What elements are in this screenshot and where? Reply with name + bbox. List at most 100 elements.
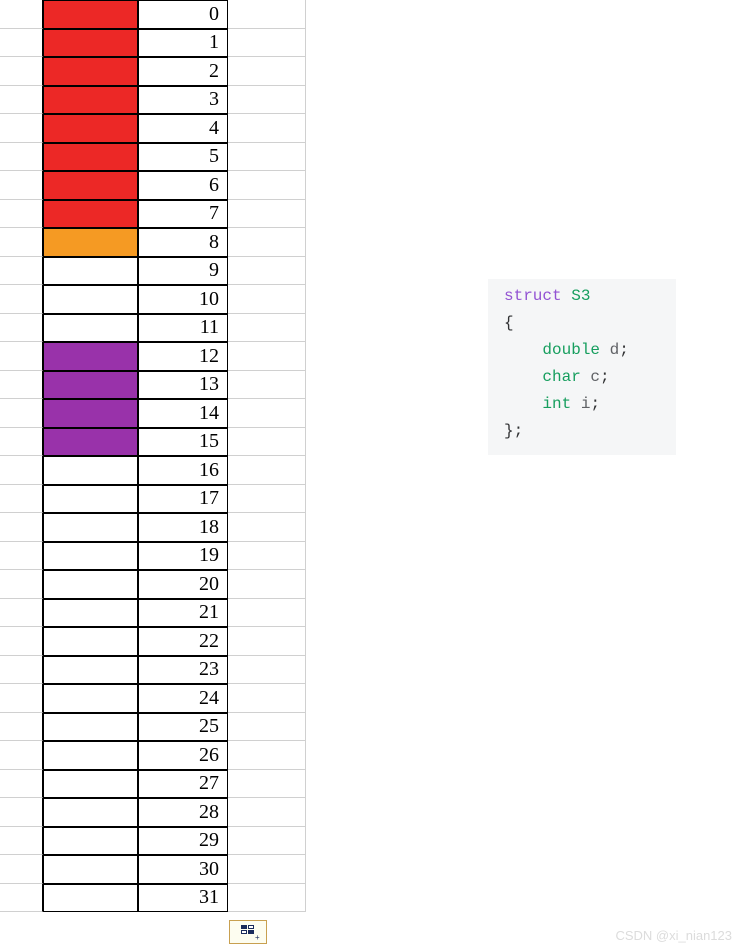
gutter-cell: [0, 86, 43, 115]
tail-cell: [228, 114, 306, 143]
tail-cell: [228, 57, 306, 86]
tail-cell: [228, 884, 306, 913]
keyword-struct: struct: [504, 287, 562, 305]
memory-byte-cell: [43, 570, 138, 599]
tail-cell: [228, 770, 306, 799]
table-row: 15: [0, 428, 306, 457]
fill-handle-icon: +: [241, 925, 255, 939]
memory-byte-cell: [43, 627, 138, 656]
code-line: char c;: [504, 364, 660, 391]
gutter-cell: [0, 57, 43, 86]
tail-cell: [228, 741, 306, 770]
gutter-cell: [0, 770, 43, 799]
tail-cell: [228, 656, 306, 685]
table-row: 24: [0, 684, 306, 713]
table-row: 13: [0, 371, 306, 400]
gutter-cell: [0, 741, 43, 770]
index-cell: 14: [138, 399, 228, 428]
gutter-cell: [0, 371, 43, 400]
gutter-cell: [0, 627, 43, 656]
gutter-cell: [0, 456, 43, 485]
gutter-cell: [0, 713, 43, 742]
index-cell: 1: [138, 29, 228, 58]
table-row: 14: [0, 399, 306, 428]
index-cell: 23: [138, 656, 228, 685]
gutter-cell: [0, 114, 43, 143]
memory-byte-cell: [43, 0, 138, 29]
code-line: double d;: [504, 337, 660, 364]
memory-byte-cell: [43, 285, 138, 314]
memory-byte-cell: [43, 542, 138, 571]
type-name: S3: [571, 287, 590, 305]
tail-cell: [228, 314, 306, 343]
table-row: 11: [0, 314, 306, 343]
table-row: 8: [0, 228, 306, 257]
memory-byte-cell: [43, 456, 138, 485]
gutter-cell: [0, 599, 43, 628]
index-cell: 8: [138, 228, 228, 257]
tail-cell: [228, 684, 306, 713]
table-row: 30: [0, 855, 306, 884]
table-row: 29: [0, 827, 306, 856]
gutter-cell: [0, 143, 43, 172]
tail-cell: [228, 0, 306, 29]
memory-byte-cell: [43, 684, 138, 713]
gutter-cell: [0, 0, 43, 29]
index-cell: 18: [138, 513, 228, 542]
index-cell: 2: [138, 57, 228, 86]
index-cell: 28: [138, 798, 228, 827]
tail-cell: [228, 29, 306, 58]
tail-cell: [228, 86, 306, 115]
index-cell: 21: [138, 599, 228, 628]
table-row: 22: [0, 627, 306, 656]
tail-cell: [228, 827, 306, 856]
memory-byte-cell: [43, 770, 138, 799]
gutter-cell: [0, 513, 43, 542]
tail-cell: [228, 200, 306, 229]
gutter-cell: [0, 171, 43, 200]
memory-byte-cell: [43, 485, 138, 514]
memory-byte-cell: [43, 798, 138, 827]
gutter-cell: [0, 200, 43, 229]
table-row: 4: [0, 114, 306, 143]
table-row: 7: [0, 200, 306, 229]
memory-byte-cell: [43, 57, 138, 86]
table-row: 28: [0, 798, 306, 827]
memory-byte-cell: [43, 29, 138, 58]
fill-handle-button[interactable]: +: [229, 920, 267, 944]
table-row: 31: [0, 884, 306, 913]
index-cell: 20: [138, 570, 228, 599]
tail-cell: [228, 542, 306, 571]
gutter-cell: [0, 827, 43, 856]
memory-byte-cell: [43, 513, 138, 542]
memory-byte-cell: [43, 114, 138, 143]
tail-cell: [228, 371, 306, 400]
index-cell: 19: [138, 542, 228, 571]
gutter-cell: [0, 29, 43, 58]
table-row: 3: [0, 86, 306, 115]
memory-byte-cell: [43, 371, 138, 400]
table-row: 19: [0, 542, 306, 571]
table-row: 10: [0, 285, 306, 314]
memory-byte-cell: [43, 86, 138, 115]
memory-byte-cell: [43, 342, 138, 371]
gutter-cell: [0, 399, 43, 428]
gutter-cell: [0, 570, 43, 599]
index-cell: 12: [138, 342, 228, 371]
gutter-cell: [0, 684, 43, 713]
index-cell: 10: [138, 285, 228, 314]
index-cell: 25: [138, 713, 228, 742]
memory-byte-cell: [43, 257, 138, 286]
index-cell: 0: [138, 0, 228, 29]
table-row: 9: [0, 257, 306, 286]
memory-byte-cell: [43, 171, 138, 200]
table-row: 16: [0, 456, 306, 485]
memory-byte-cell: [43, 200, 138, 229]
tail-cell: [228, 855, 306, 884]
tail-cell: [228, 342, 306, 371]
memory-byte-cell: [43, 599, 138, 628]
tail-cell: [228, 599, 306, 628]
table-row: 2: [0, 57, 306, 86]
tail-cell: [228, 399, 306, 428]
code-block: struct S3 { double d; char c; int i; };: [488, 279, 676, 455]
